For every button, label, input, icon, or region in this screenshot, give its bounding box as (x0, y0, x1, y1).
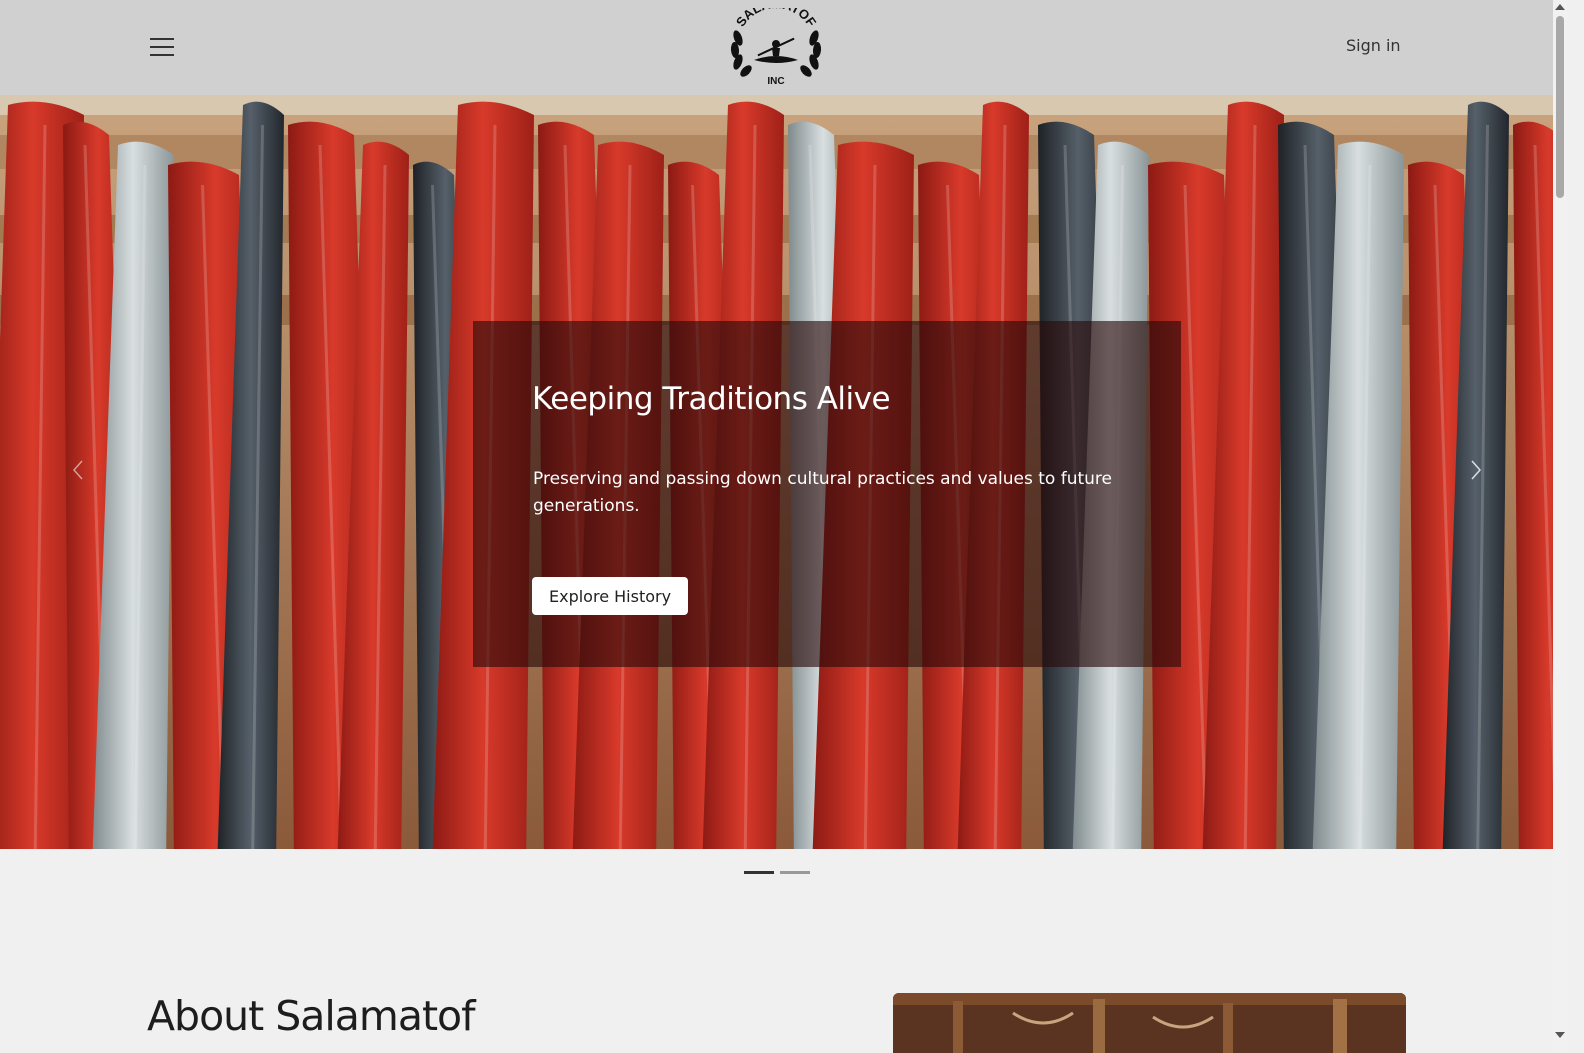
hamburger-menu-icon[interactable] (147, 34, 177, 60)
hero-carousel: Keeping Traditions Alive Preserving and … (0, 95, 1553, 849)
explore-history-button[interactable]: Explore History (532, 577, 689, 615)
scroll-up-arrow-icon[interactable] (1555, 4, 1565, 10)
fish-strip (1513, 121, 1553, 849)
logo-text-bottom: INC (767, 76, 784, 87)
scrollbar-thumb[interactable] (1556, 16, 1564, 198)
hero-description: Preserving and passing down cultural pra… (533, 469, 1113, 516)
page-scrollbar[interactable] (1553, 0, 1567, 1053)
about-image (893, 993, 1406, 1053)
carousel-prev-button[interactable] (68, 455, 88, 485)
carousel-next-button[interactable] (1466, 455, 1486, 485)
about-title: About Salamatof (147, 992, 476, 1040)
logo-text-top: SALAMATOF (733, 8, 819, 29)
chevron-left-icon (72, 460, 83, 480)
chevron-right-icon (1471, 460, 1482, 480)
hero-title: Keeping Traditions Alive (532, 381, 891, 417)
hero-caption-box: Keeping Traditions Alive Preserving and … (473, 321, 1181, 667)
site-header: SALAMATOF INC Sign in (0, 0, 1567, 95)
scroll-down-arrow-icon[interactable] (1555, 1032, 1565, 1038)
sign-in-button[interactable]: Sign in (1346, 36, 1401, 55)
carousel-indicator-2[interactable] (780, 871, 810, 874)
salamatof-logo[interactable]: SALAMATOF INC (726, 0, 826, 88)
carousel-indicator-1[interactable] (744, 871, 774, 874)
